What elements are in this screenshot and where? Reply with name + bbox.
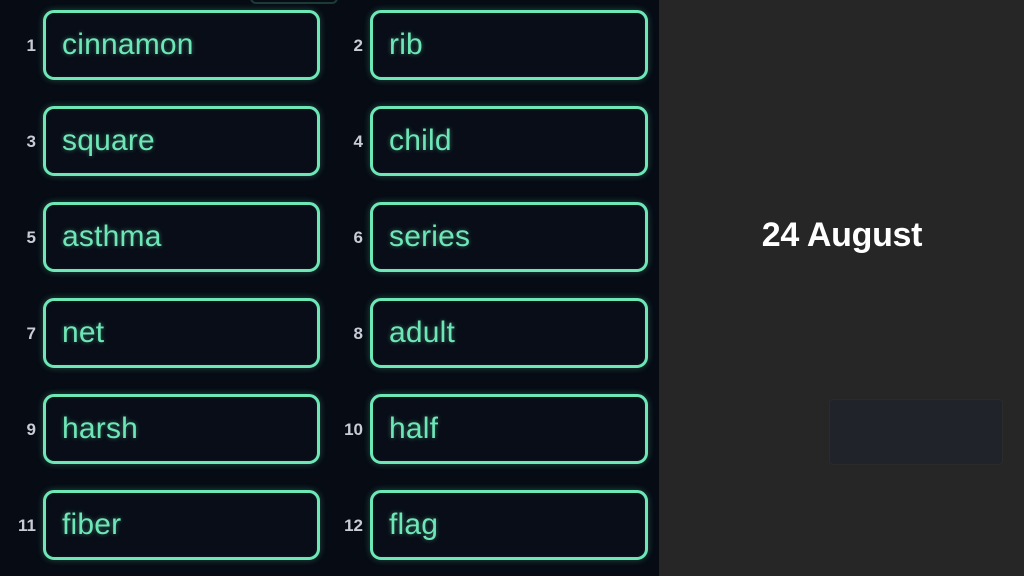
item-number: 11	[18, 515, 36, 535]
answer-row: 7 net 8 adult	[0, 298, 659, 368]
answer-row: 11 fiber 12 flag	[0, 490, 659, 560]
answer-text: asthma	[62, 220, 162, 253]
answer-text: adult	[389, 316, 456, 349]
answer-box[interactable]: rib	[370, 10, 648, 80]
answer-box[interactable]: flag	[370, 490, 648, 560]
answer-grid: 1 cinnamon 2 rib 3 square 4 child 5 asth…	[0, 0, 659, 576]
answer-cell-1[interactable]: 1 cinnamon	[8, 10, 320, 80]
answer-cell-10[interactable]: 10 half	[335, 394, 648, 464]
answer-text: half	[389, 412, 439, 445]
answer-box[interactable]: child	[370, 106, 648, 176]
answer-cell-3[interactable]: 3 square	[8, 106, 320, 176]
answer-box[interactable]: series	[370, 202, 648, 272]
screen: 24 August 1 cinnamon 2 rib 3 square 4 ch…	[0, 0, 1024, 576]
item-number: 8	[353, 323, 363, 343]
placeholder-card[interactable]	[830, 400, 1002, 464]
answer-cell-11[interactable]: 11 fiber	[8, 490, 320, 560]
answer-text: child	[389, 124, 452, 157]
answer-text: rib	[389, 28, 423, 61]
answer-box[interactable]: fiber	[43, 490, 320, 560]
answer-cell-12[interactable]: 12 flag	[335, 490, 648, 560]
answer-row: 9 harsh 10 half	[0, 394, 659, 464]
item-number: 5	[26, 227, 36, 247]
item-number: 12	[344, 515, 363, 535]
item-number: 6	[353, 227, 363, 247]
answer-text: fiber	[62, 508, 122, 541]
item-number: 9	[26, 419, 36, 439]
quiz-panel: 1 cinnamon 2 rib 3 square 4 child 5 asth…	[0, 0, 659, 576]
answer-cell-9[interactable]: 9 harsh	[8, 394, 320, 464]
answer-cell-2[interactable]: 2 rib	[335, 10, 648, 80]
item-number: 1	[26, 35, 36, 55]
answer-cell-4[interactable]: 4 child	[335, 106, 648, 176]
answer-row: 1 cinnamon 2 rib	[0, 10, 659, 80]
answer-box[interactable]: harsh	[43, 394, 320, 464]
item-number: 2	[353, 35, 363, 55]
answer-text: square	[62, 124, 155, 157]
answer-text: harsh	[62, 412, 139, 445]
answer-box[interactable]: square	[43, 106, 320, 176]
answer-cell-7[interactable]: 7 net	[8, 298, 320, 368]
answer-text: series	[389, 220, 471, 253]
answer-text: flag	[389, 508, 439, 541]
answer-box[interactable]: cinnamon	[43, 10, 320, 80]
item-number: 7	[26, 323, 36, 343]
answer-cell-8[interactable]: 8 adult	[335, 298, 648, 368]
item-number: 10	[344, 419, 363, 439]
answer-box[interactable]: net	[43, 298, 320, 368]
item-number: 3	[26, 131, 36, 151]
answer-text: net	[62, 316, 105, 349]
answer-box[interactable]: adult	[370, 298, 648, 368]
answer-row: 5 asthma 6 series	[0, 202, 659, 272]
item-number: 4	[353, 131, 363, 151]
answer-row: 3 square 4 child	[0, 106, 659, 176]
answer-box[interactable]: asthma	[43, 202, 320, 272]
answer-cell-5[interactable]: 5 asthma	[8, 202, 320, 272]
answer-box[interactable]: half	[370, 394, 648, 464]
answer-text: cinnamon	[62, 28, 194, 61]
answer-cell-6[interactable]: 6 series	[335, 202, 648, 272]
date-heading: 24 August	[761, 216, 923, 254]
